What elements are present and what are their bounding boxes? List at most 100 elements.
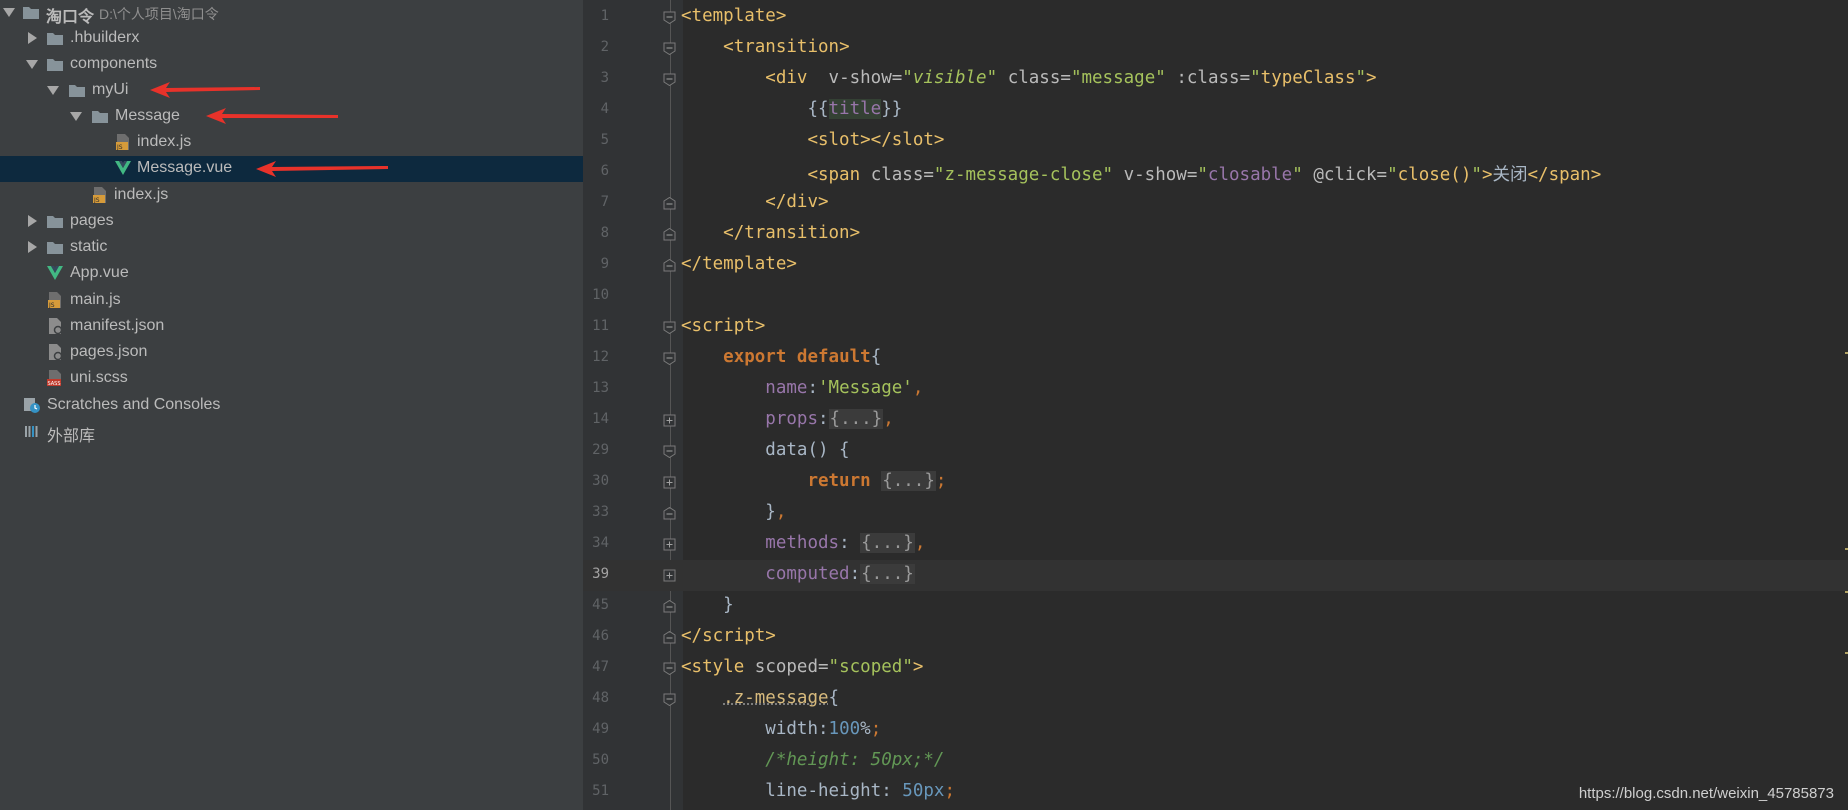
project-tree-panel: 淘口令 D:\个人项目\淘口令 .hbuilderx components my… [0, 0, 583, 810]
fold-minus-icon[interactable] [663, 11, 676, 24]
code-line[interactable]: 29 data() { [583, 436, 1848, 467]
code-line[interactable]: 33 }, [583, 498, 1848, 529]
js-file-icon: JS [93, 187, 106, 204]
tree-item-static[interactable]: static [0, 235, 583, 261]
code-line[interactable]: 8 </transition> [583, 219, 1848, 250]
svg-text:JS: JS [116, 144, 123, 151]
code-line[interactable]: 2 <transition> [583, 33, 1848, 64]
code-line[interactable]: 4 {{title}} [583, 95, 1848, 126]
fold-end-icon[interactable] [663, 600, 676, 613]
code-line[interactable]: 34 methods: {...}, [583, 529, 1848, 560]
code-line[interactable]: 45 } [583, 591, 1848, 622]
code-line[interactable]: 3 <div v-show="visible" class="message" … [583, 64, 1848, 95]
tree-label-static: static [70, 238, 108, 255]
code-line[interactable]: 50 /*height: 50px;*/ [583, 746, 1848, 777]
line-number: 12 [592, 349, 609, 365]
library-icon [25, 426, 38, 437]
code-line[interactable]: 47 <style scoped="scoped"> [583, 653, 1848, 684]
fold-minus-icon[interactable] [663, 73, 676, 86]
tree-item-pages[interactable]: pages [0, 209, 583, 235]
tree-label-index-js-inner: index.js [137, 133, 192, 150]
annotation-arrow-myui [150, 82, 260, 98]
code-line-current[interactable]: 39 computed:{...} [583, 560, 1848, 591]
code-line[interactable]: 14 props:{...}, [583, 405, 1848, 436]
tree-item-app-vue[interactable]: App.vue [0, 261, 583, 287]
json-file-icon [49, 344, 63, 361]
fold-plus-icon[interactable] [663, 476, 676, 489]
code-line[interactable]: 11 <script> [583, 312, 1848, 343]
code-line[interactable]: 30 return {...}; [583, 467, 1848, 498]
line-number: 33 [592, 504, 609, 520]
tree-item-external-libraries[interactable]: 外部库 [0, 419, 583, 445]
tree-item-manifest-json[interactable]: manifest.json [0, 314, 583, 340]
fold-end-icon[interactable] [663, 197, 676, 210]
svg-text:SASS: SASS [48, 381, 61, 387]
line-number: 9 [600, 256, 609, 272]
fold-end-icon[interactable] [663, 228, 676, 241]
tree-item-main-js[interactable]: JS main.js [0, 288, 583, 314]
tree-item-myui[interactable]: myUi [0, 78, 583, 104]
tree-item-uni-scss[interactable]: SASS uni.scss [0, 366, 583, 392]
js-file-icon: JS [116, 134, 129, 151]
tree-item-hbuilderx[interactable]: .hbuilderx [0, 26, 583, 52]
sass-file-icon: SASS [47, 370, 61, 387]
tree-item-components[interactable]: components [0, 52, 583, 78]
code-editor[interactable]: 1 <template> 2 <transition> 3 <div v-sho… [583, 0, 1848, 810]
code-line[interactable]: 7 </div> [583, 188, 1848, 219]
tree-label-uni-scss: uni.scss [70, 369, 128, 386]
folder-icon [47, 33, 63, 45]
fold-end-icon[interactable] [663, 259, 676, 272]
code-line[interactable]: 48 .z-message{ [583, 684, 1848, 715]
chevron-down-icon[interactable] [26, 60, 38, 69]
fold-plus-icon[interactable] [663, 569, 676, 582]
tree-label-external-libraries: 外部库 [47, 428, 96, 445]
tree-item-index-js-inner[interactable]: JS index.js [0, 130, 583, 156]
fold-minus-icon[interactable] [663, 693, 676, 706]
tree-item-root[interactable]: 淘口令 D:\个人项目\淘口令 [0, 0, 583, 26]
line-number: 14 [592, 411, 609, 427]
folder-icon [69, 85, 85, 97]
folder-icon [23, 7, 39, 19]
fold-minus-icon[interactable] [663, 352, 676, 365]
line-number: 39 [592, 566, 609, 582]
chevron-down-icon[interactable] [70, 112, 82, 121]
line-number: 46 [592, 628, 609, 644]
code-line[interactable]: 13 name:'Message', [583, 374, 1848, 405]
chevron-right-icon[interactable] [28, 32, 37, 44]
code-line[interactable]: 1 <template> [583, 2, 1848, 33]
annotation-arrow-message-vue [256, 161, 388, 177]
tree-item-pages-json[interactable]: pages.json [0, 340, 583, 366]
line-number: 7 [600, 194, 609, 210]
folder-icon [47, 242, 63, 254]
code-line[interactable]: 5 <slot></slot> [583, 126, 1848, 157]
code-line[interactable]: 49 width:100%; [583, 715, 1848, 746]
chevron-right-icon[interactable] [28, 215, 37, 227]
fold-plus-icon[interactable] [663, 538, 676, 551]
tree-root-path: D:\个人项目\淘口令 [99, 6, 219, 22]
tree-item-scratches[interactable]: Scratches and Consoles [0, 393, 583, 419]
fold-end-icon[interactable] [663, 507, 676, 520]
fold-plus-icon[interactable] [663, 414, 676, 427]
fold-minus-icon[interactable] [663, 42, 676, 55]
tree-item-index-js-outer[interactable]: JS index.js [0, 183, 583, 209]
folder-icon [92, 111, 108, 123]
vue-file-icon [115, 161, 131, 175]
code-line[interactable]: 12 export default{ [583, 343, 1848, 374]
js-file-icon: JS [48, 292, 61, 309]
fold-minus-icon[interactable] [663, 321, 676, 334]
fold-minus-icon[interactable] [663, 662, 676, 675]
line-number: 3 [600, 70, 609, 86]
code-line[interactable]: 10 [583, 281, 1848, 312]
chevron-down-icon[interactable] [47, 86, 59, 95]
svg-text:JS: JS [48, 302, 55, 309]
fold-end-icon[interactable] [663, 631, 676, 644]
code-line[interactable]: 46 </script> [583, 622, 1848, 653]
scratches-icon [24, 398, 40, 413]
tree-label-message-folder: Message [115, 107, 180, 124]
chevron-right-icon[interactable] [28, 241, 37, 253]
code-line[interactable]: 6 <span class="z-message-close" v-show="… [583, 157, 1848, 188]
code-line[interactable]: 9 </template> [583, 250, 1848, 281]
fold-minus-icon[interactable] [663, 445, 676, 458]
line-number: 4 [600, 101, 609, 117]
chevron-down-icon[interactable] [3, 8, 15, 17]
